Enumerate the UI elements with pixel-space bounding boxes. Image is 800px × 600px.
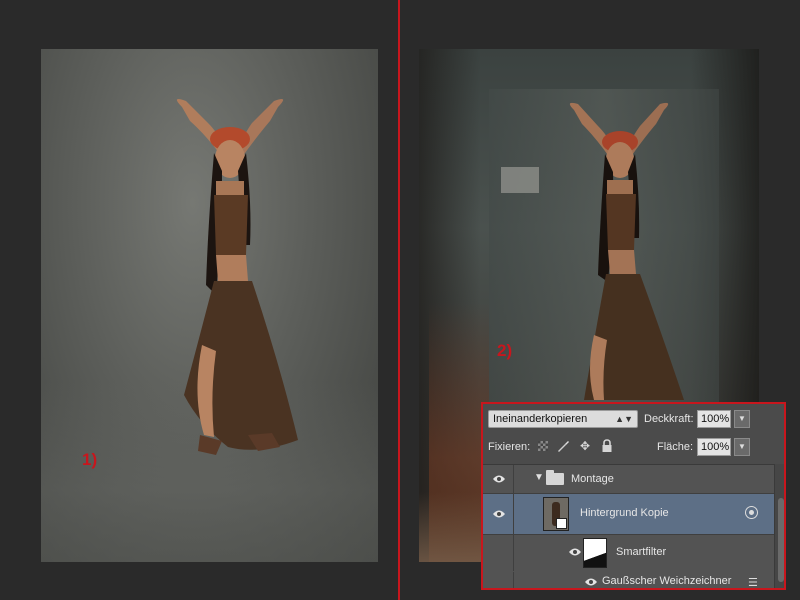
blend-mode-select[interactable]: Ineinanderkopieren ▲▼ <box>488 410 638 428</box>
divider-line <box>398 0 400 600</box>
blend-opacity-row: Ineinanderkopieren ▲▼ Deckkraft: 100% ▼ <box>483 408 784 430</box>
blending-options-icon[interactable]: ☰ <box>748 576 758 588</box>
visibility-eye-icon[interactable] <box>492 509 506 519</box>
fill-input[interactable]: 100% <box>697 438 731 456</box>
layer-thumbnail <box>543 497 569 531</box>
lock-label: Fixieren: <box>488 441 531 453</box>
dancer-figure-right <box>569 102 684 400</box>
filter-row[interactable]: Gaußscher Weichzeichner ☰ <box>483 572 774 588</box>
fill-label: Fläche: <box>657 441 694 453</box>
chevron-down-icon: ▼ <box>738 414 746 423</box>
layers-scrollbar[interactable]: ▲ <box>774 464 784 588</box>
scrollbar-thumb[interactable] <box>778 498 784 582</box>
blend-mode-value: Ineinanderkopieren <box>493 413 588 425</box>
chevron-down-icon: ▼ <box>738 442 746 451</box>
layer-name: Hintergrund Kopie <box>580 507 669 519</box>
padlock-icon[interactable] <box>600 439 614 453</box>
folder-icon <box>546 470 564 485</box>
layer-row-selected[interactable]: Hintergrund Kopie <box>483 494 774 535</box>
layer-name: Smartfilter <box>616 546 667 558</box>
smart-object-badge-icon <box>556 518 567 529</box>
opacity-dropdown-button[interactable]: ▼ <box>734 410 750 428</box>
opacity-input[interactable]: 100% <box>697 410 731 428</box>
smart-filter-row[interactable]: Smartfilter <box>483 535 774 571</box>
visibility-eye-icon[interactable] <box>492 474 506 484</box>
transparency-lock-icon[interactable] <box>536 439 550 453</box>
move-lock-icon[interactable]: ✥ <box>578 439 592 453</box>
visibility-eye-icon[interactable] <box>568 547 582 557</box>
layers-list: ▼ Montage Hintergrund Kopie Smartfilter <box>483 464 774 588</box>
filter-mask-thumbnail[interactable] <box>583 538 607 568</box>
brush-lock-icon[interactable] <box>556 439 570 453</box>
layers-panel: Ineinanderkopieren ▲▼ Deckkraft: 100% ▼ … <box>481 402 786 590</box>
fill-dropdown-button[interactable]: ▼ <box>734 438 750 456</box>
layer-name: Montage <box>571 473 614 485</box>
dancer-figure-left <box>176 99 298 455</box>
visibility-eye-icon[interactable] <box>584 577 598 587</box>
step-label-2: 2) <box>497 341 513 360</box>
smart-filter-indicator-icon[interactable] <box>745 506 758 519</box>
expand-triangle-icon[interactable]: ▼ <box>534 472 544 483</box>
opacity-label: Deckkraft: <box>644 413 694 425</box>
select-arrows-icon: ▲▼ <box>615 414 633 424</box>
lock-fill-row: Fixieren: ✥ Fläche: 100% ▼ <box>483 436 784 458</box>
step-label-1: 1) <box>82 450 98 469</box>
layer-group-row[interactable]: ▼ Montage <box>483 465 774 494</box>
layer-name: Gaußscher Weichzeichner <box>602 575 732 587</box>
